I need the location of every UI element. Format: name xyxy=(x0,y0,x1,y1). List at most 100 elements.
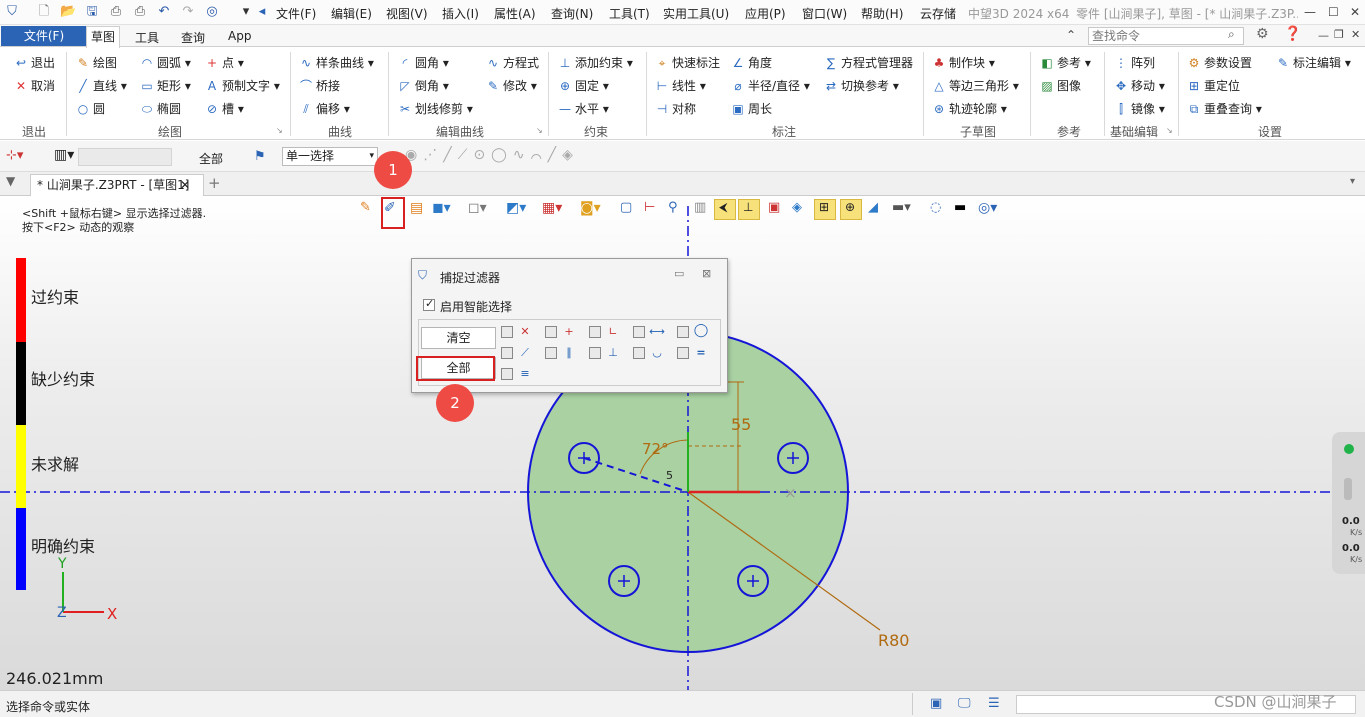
add-constraint-button[interactable]: ⊥ 添加约束 ▾ xyxy=(558,55,633,71)
ribbon-restore-icon[interactable]: ❐ xyxy=(1334,28,1344,41)
filter-checkbox-intersection[interactable] xyxy=(545,326,557,338)
perimeter-button[interactable]: ▣ 周长 xyxy=(731,101,772,117)
ribbon-close-icon[interactable]: ✕ xyxy=(1351,28,1360,41)
menu-window[interactable]: 窗口(W) xyxy=(802,5,847,22)
pick-filter-icon[interactable]: ⊹▾ xyxy=(6,148,23,163)
help-icon[interactable]: ❓ xyxy=(1284,26,1301,42)
tab-query[interactable]: 查询 xyxy=(181,29,205,46)
array-button[interactable]: ⋮ 阵列 xyxy=(1114,55,1155,71)
close-tab-icon[interactable]: ✕ xyxy=(180,175,190,195)
filter-checkbox-perpendicular[interactable] xyxy=(589,326,601,338)
search-input[interactable]: 查找命令 xyxy=(1088,27,1244,45)
quick-dimension-button[interactable]: ⌖ 快速标注 xyxy=(655,55,720,71)
settings-gear-icon[interactable]: ⚙ xyxy=(1256,26,1269,42)
tab-tools[interactable]: 工具 xyxy=(135,29,159,46)
menu-edit[interactable]: 编辑(E) xyxy=(331,5,372,22)
angle-dimension-label[interactable]: 72° xyxy=(642,440,669,458)
select-mode-dropdown[interactable]: 单一选择 ▾ xyxy=(282,147,378,166)
make-block-button[interactable]: ♣ 制作块 ▾ xyxy=(932,55,995,71)
cube-icon[interactable]: ◼▾ xyxy=(432,200,451,216)
filter-checkbox-normal[interactable] xyxy=(589,347,601,359)
toggle-yellow-4[interactable]: ⊕ xyxy=(840,199,862,220)
menu-file[interactable]: 文件(F) xyxy=(276,5,316,22)
filter-all-label[interactable]: 全部 xyxy=(199,150,223,167)
search-icon[interactable]: ⌕ xyxy=(1228,27,1235,42)
undo-icon[interactable]: ↶ xyxy=(156,4,172,20)
trim-button[interactable]: ✂ 划线修剪 ▾ xyxy=(398,101,473,117)
menu-utility[interactable]: 实用工具(U) xyxy=(663,5,729,22)
view-frame-icon[interactable]: ▢ xyxy=(620,200,632,215)
section-icon[interactable]: ◢ xyxy=(868,200,878,215)
status-monitor-icon[interactable]: 🖵 xyxy=(958,696,971,711)
preset-text-button[interactable]: A 预制文字 ▾ xyxy=(205,78,280,94)
radius-r80-label[interactable]: R80 xyxy=(878,631,909,650)
menu-attribute[interactable]: 属性(A) xyxy=(494,5,536,22)
dimension-55-label[interactable]: 55 xyxy=(731,415,751,434)
minimize-icon[interactable]: — xyxy=(1304,5,1316,19)
filter-checkbox-line[interactable] xyxy=(633,326,645,338)
radius-diameter-button[interactable]: ⌀ 半径/直径 ▾ xyxy=(731,78,810,94)
snap-tools-icons[interactable]: ◉⋰╱⟋⊙◯∿⌒╱◈ xyxy=(405,147,579,163)
toggle-reference-button[interactable]: ⇄ 切换参考 ▾ xyxy=(824,78,899,94)
select-tool-icon[interactable]: ◎ xyxy=(204,4,220,20)
angle-dimension-button[interactable]: ∠ 角度 xyxy=(731,55,772,71)
pin-dialog-icon[interactable]: ▭ xyxy=(674,267,684,280)
group-launcher-icon[interactable]: ↘ xyxy=(276,126,283,135)
menu-help[interactable]: 帮助(H) xyxy=(861,5,903,22)
exit-button[interactable]: ↩ 退出 xyxy=(14,55,55,71)
wireframe-cube-icon[interactable]: ◻▾ xyxy=(468,200,487,216)
filter-checkbox-endpoint[interactable] xyxy=(501,326,513,338)
fillet-button[interactable]: ◜ 圆角 ▾ xyxy=(398,55,449,71)
menu-arrow-icon[interactable]: ◂ xyxy=(254,4,270,20)
reposition-button[interactable]: ⊞ 重定位 xyxy=(1187,78,1240,94)
arc-button[interactable]: ◠ 圆弧 ▾ xyxy=(140,55,191,71)
close-icon[interactable]: ✕ xyxy=(1350,5,1360,19)
move-button[interactable]: ✥ 移动 ▾ xyxy=(1114,78,1165,94)
circle-button[interactable]: ○ 圆 xyxy=(76,101,105,117)
filter-checkbox-parallel[interactable] xyxy=(545,347,557,359)
smart-select-checkbox[interactable]: ✓ xyxy=(423,297,435,311)
pin-icon[interactable]: ⚲ xyxy=(668,200,678,215)
draw-button[interactable]: ✎ 绘图 xyxy=(76,55,117,71)
dimension-view-icon[interactable]: ⊢ xyxy=(644,200,655,215)
dimension-5-label[interactable]: 5 xyxy=(666,469,673,482)
reference-button[interactable]: ◧ 参考 ▾ xyxy=(1040,55,1091,71)
close-dialog-icon[interactable]: ⊠ xyxy=(702,267,711,280)
symmetric-dimension-button[interactable]: ⊣ 对称 xyxy=(655,101,696,117)
folder-icon[interactable]: ▤ xyxy=(410,200,423,216)
print-preview-icon[interactable]: ⎙ xyxy=(132,4,148,20)
menu-tools[interactable]: 工具(T) xyxy=(609,5,650,22)
select-filter-icon[interactable]: ⚑ xyxy=(254,149,266,164)
document-tab[interactable]: * 山涧果子.Z3PRT - [草图1] ✕ xyxy=(30,174,204,196)
cancel-button[interactable]: ✕ 取消 xyxy=(14,78,55,94)
tab-list-icon[interactable]: ▾ xyxy=(1350,176,1355,187)
rectangle-button[interactable]: ▭ 矩形 ▾ xyxy=(140,78,191,94)
slot-button[interactable]: ⊘ 槽 ▾ xyxy=(205,101,244,117)
toggle-yellow-2[interactable]: ⊥ xyxy=(738,199,760,220)
overlap-query-button[interactable]: ⧉ 重叠查询 ▾ xyxy=(1187,101,1262,117)
line-button[interactable]: ╱ 直线 ▾ xyxy=(76,78,126,94)
group-launcher-icon[interactable]: ↘ xyxy=(1166,126,1173,135)
dashed-circle-icon[interactable]: ◌ xyxy=(930,200,941,215)
fix-button[interactable]: ⊕ 固定 ▾ xyxy=(558,78,609,94)
offset-button[interactable]: ⫽ 偏移 ▾ xyxy=(299,101,350,117)
new-tab-button[interactable]: + xyxy=(208,174,221,192)
layer-icon[interactable]: ▥ xyxy=(694,200,706,215)
equation-curve-button[interactable]: ∿ 方程式 xyxy=(486,55,539,71)
render-icon[interactable]: ◙▾ xyxy=(580,200,601,216)
filter-checkbox-circle[interactable] xyxy=(677,326,689,338)
maximize-icon[interactable]: ☐ xyxy=(1328,5,1339,19)
print-icon[interactable]: ⎙ xyxy=(108,4,124,20)
display-icon[interactable]: ▬▾ xyxy=(892,200,911,215)
open-file-icon[interactable]: 📂 xyxy=(60,4,76,20)
status-tree-icon[interactable]: ▣ xyxy=(930,696,942,711)
toggle-yellow-1[interactable]: ⮜ xyxy=(714,199,736,220)
filter-checkbox-arc[interactable] xyxy=(633,347,645,359)
clear-filters-button[interactable]: 清空 xyxy=(421,327,496,349)
line-weight-icon[interactable]: ▬ xyxy=(954,200,966,215)
ribbon-minimize-icon[interactable]: — xyxy=(1318,29,1329,42)
measure-icon[interactable]: ▣ xyxy=(768,200,780,215)
bridge-button[interactable]: ⌒ 桥接 xyxy=(299,78,340,94)
spline-button[interactable]: ∿ 样条曲线 ▾ xyxy=(299,55,374,71)
image-button[interactable]: ▨ 图像 xyxy=(1040,78,1081,94)
